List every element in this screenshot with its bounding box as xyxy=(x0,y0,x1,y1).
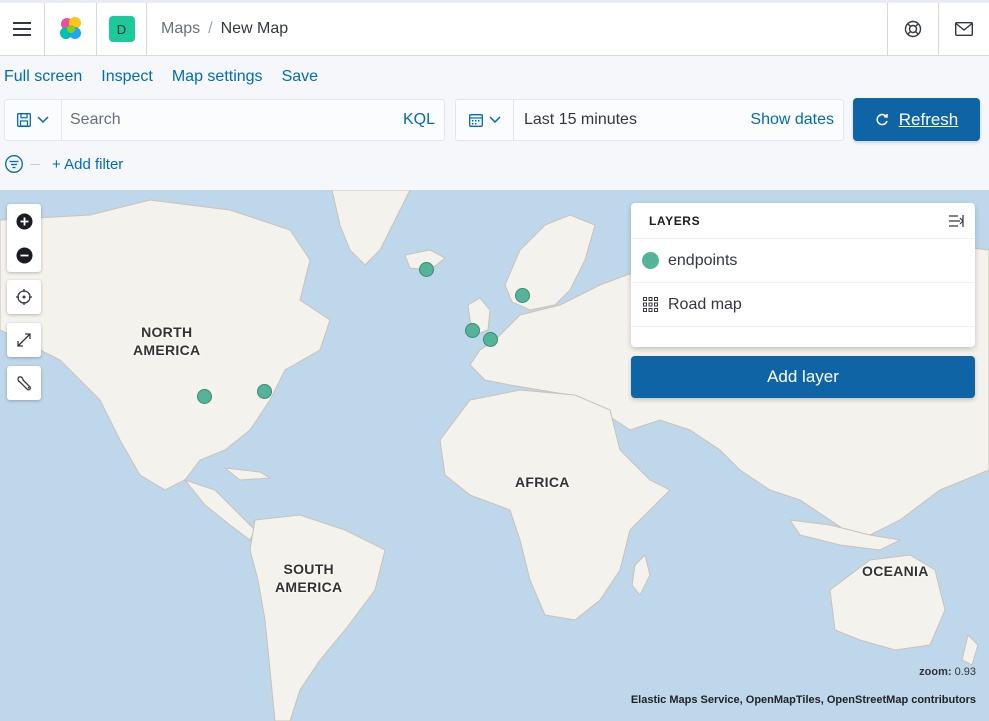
north-america-label: NORTH AMERICA xyxy=(133,324,201,358)
top-nav: Full screen Inspect Map settings Save Se… xyxy=(0,56,989,190)
add-layer-button[interactable]: Add layer xyxy=(631,356,975,398)
elastic-logo-icon xyxy=(59,17,81,39)
breadcrumb-current: New Map xyxy=(220,20,289,37)
filter-divider xyxy=(30,163,40,165)
layers-header: LAYERS xyxy=(631,203,975,239)
date-picker: Last 15 minutes Show dates xyxy=(455,99,844,141)
tools-control xyxy=(7,366,41,400)
full-screen-link[interactable]: Full screen xyxy=(4,68,82,86)
layer-name: Road map xyxy=(668,295,742,313)
space-avatar: D xyxy=(108,16,135,42)
grid-icon xyxy=(643,297,658,312)
time-range-text[interactable]: Last 15 minutes xyxy=(514,111,750,129)
refresh-button[interactable]: Refresh xyxy=(853,98,980,141)
tools-button[interactable] xyxy=(7,366,41,400)
endpoint-point[interactable] xyxy=(197,389,212,404)
map-settings-link[interactable]: Map settings xyxy=(172,68,263,86)
space-selector[interactable]: D xyxy=(97,3,147,55)
layer-name: endpoints xyxy=(668,251,738,269)
chevron-down-icon xyxy=(488,116,501,124)
layer-control-panel: LAYERS endpoints Road map xyxy=(631,203,975,347)
fit-to-data-button[interactable] xyxy=(7,280,41,314)
breadcrumb-maps[interactable]: Maps xyxy=(161,20,200,38)
minus-circle-icon xyxy=(16,247,32,263)
save-icon xyxy=(17,113,31,127)
layer-row-road-map[interactable]: Road map xyxy=(631,283,975,327)
green-circle-icon xyxy=(642,252,659,269)
map-canvas[interactable]: NORTH AMERICA SOUTH AMERICA AFRICA OCEANIA xyxy=(0,190,989,721)
central-america-shape xyxy=(183,478,256,541)
home-logo-link[interactable] xyxy=(45,3,97,55)
search-input[interactable]: Search xyxy=(62,111,403,129)
add-filter-button[interactable]: + Add filter xyxy=(52,156,123,173)
endpoint-point[interactable] xyxy=(419,262,434,277)
zoom-out-button[interactable] xyxy=(7,238,41,272)
filter-bar: + Add filter xyxy=(4,153,123,175)
mail-icon xyxy=(955,22,973,36)
query-bar: Search KQL xyxy=(4,99,445,141)
layer-row-endpoints[interactable]: endpoints xyxy=(631,239,975,283)
help-button[interactable] xyxy=(887,3,938,55)
kql-toggle[interactable]: KQL xyxy=(403,111,444,129)
calendar-icon xyxy=(468,114,483,127)
global-header: D Maps / New Map xyxy=(0,0,989,56)
africa-label: AFRICA xyxy=(515,474,570,490)
layers-title: LAYERS xyxy=(649,213,701,228)
chevron-down-icon xyxy=(37,116,49,124)
refresh-icon xyxy=(876,113,888,125)
collapse-panel-icon[interactable] xyxy=(949,214,965,227)
hamburger-icon xyxy=(13,22,31,36)
top-nav-menu: Full screen Inspect Map settings Save xyxy=(4,68,318,86)
south-america-shape xyxy=(249,514,386,721)
endpoint-point[interactable] xyxy=(465,323,480,338)
endpoint-point[interactable] xyxy=(515,288,530,303)
crosshair-icon xyxy=(16,289,32,305)
oceania-label: OCEANIA xyxy=(862,563,929,579)
lifebuoy-icon xyxy=(904,20,922,38)
map-attribution[interactable]: Elastic Maps Service, OpenMapTiles, Open… xyxy=(631,694,976,706)
menu-button[interactable] xyxy=(0,3,45,55)
breadcrumb-separator: / xyxy=(208,20,213,37)
fullscreen-control xyxy=(7,323,41,357)
madagascar-shape xyxy=(631,554,651,596)
inspect-link[interactable]: Inspect xyxy=(101,68,153,86)
breadcrumb: Maps / New Map xyxy=(147,3,887,55)
plus-circle-icon xyxy=(16,213,32,229)
endpoint-point[interactable] xyxy=(257,384,272,399)
wrench-icon xyxy=(17,376,31,391)
new-zealand-shape xyxy=(961,634,979,666)
zoom-controls xyxy=(7,204,41,272)
refresh-label: Refresh xyxy=(898,109,959,129)
caribbean-shape xyxy=(223,467,272,481)
show-dates-button[interactable]: Show dates xyxy=(750,111,843,129)
fit-to-data-control xyxy=(7,280,41,314)
expand-button[interactable] xyxy=(7,323,41,357)
zoom-indicator: zoom: 0.93 xyxy=(919,666,976,678)
quick-date-menu-button[interactable] xyxy=(456,100,514,140)
save-link[interactable]: Save xyxy=(282,68,318,86)
expand-icon xyxy=(17,333,31,347)
newsfeed-button[interactable] xyxy=(938,3,989,55)
endpoint-point[interactable] xyxy=(483,332,498,347)
zoom-in-button[interactable] xyxy=(7,204,41,238)
south-america-label: SOUTH AMERICA xyxy=(275,561,343,595)
filter-icon[interactable] xyxy=(4,154,24,174)
saved-query-button[interactable] xyxy=(5,100,62,140)
greenland-shape xyxy=(331,190,411,266)
